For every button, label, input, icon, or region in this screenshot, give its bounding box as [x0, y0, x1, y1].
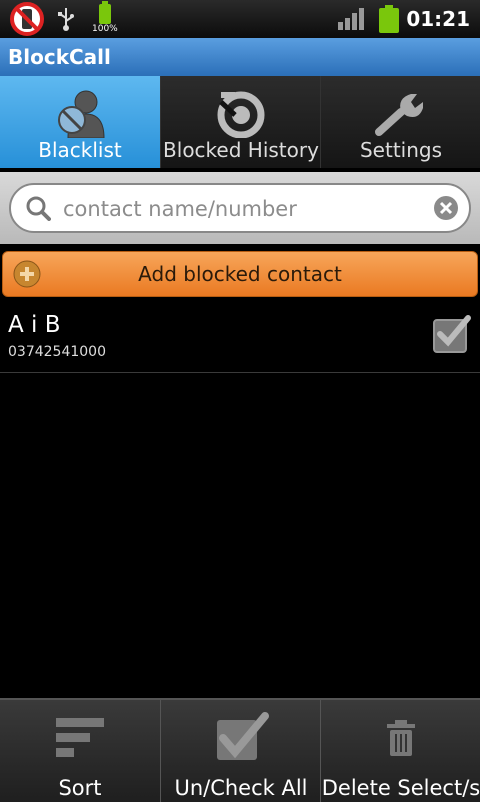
search-bar [0, 172, 480, 244]
contact-name: A i B [8, 312, 61, 338]
bottom-action-bar: Sort Un/Check All Delete Select/s [0, 698, 480, 802]
clock: 01:21 [406, 7, 470, 31]
clear-icon[interactable] [433, 195, 459, 221]
tab-blacklist[interactable]: Blacklist [0, 76, 160, 168]
blocked-person-icon [58, 90, 105, 138]
check-all-icon [217, 712, 269, 760]
battery-percent: 100% [92, 24, 118, 34]
usb-icon [58, 8, 74, 31]
add-button-label: Add blocked contact [138, 262, 342, 286]
app-title-bar: BlockCall [0, 38, 480, 76]
search-icon [26, 196, 51, 221]
battery-status-icon: 100% [92, 1, 120, 34]
app-title: BlockCall [8, 45, 111, 69]
sort-icon [56, 718, 104, 757]
wrench-icon [375, 94, 423, 136]
tab-blocked-history[interactable]: Blocked History [160, 76, 321, 168]
trash-icon [387, 720, 415, 756]
status-bar: 100% 01:21 [0, 0, 480, 38]
sort-button[interactable]: Sort [0, 700, 160, 802]
tab-label: Blacklist [38, 138, 122, 162]
tab-label: Settings [359, 138, 443, 162]
sort-label: Sort [58, 776, 102, 800]
contact-number: 03742541000 [8, 344, 106, 360]
search-field[interactable] [9, 183, 471, 233]
add-blocked-contact-button[interactable]: Add blocked contact [2, 251, 478, 297]
tab-bar: Blacklist Blocked History Settings [0, 76, 480, 168]
history-icon [217, 91, 265, 138]
check-all-label: Un/Check All [174, 776, 308, 800]
blocked-phone-icon [10, 2, 44, 36]
delete-label: Delete Select/s [321, 776, 480, 800]
checkbox[interactable] [432, 314, 472, 354]
list-item[interactable]: A i B 03742541000 [0, 302, 480, 373]
check-all-button[interactable]: Un/Check All [160, 700, 321, 802]
delete-selected-button[interactable]: Delete Select/s [320, 700, 480, 802]
search-input[interactable] [61, 185, 425, 233]
tab-settings[interactable]: Settings [320, 76, 480, 168]
signal-icon [338, 8, 364, 30]
tab-label: Blocked History [163, 138, 319, 162]
battery-icon [379, 5, 399, 33]
